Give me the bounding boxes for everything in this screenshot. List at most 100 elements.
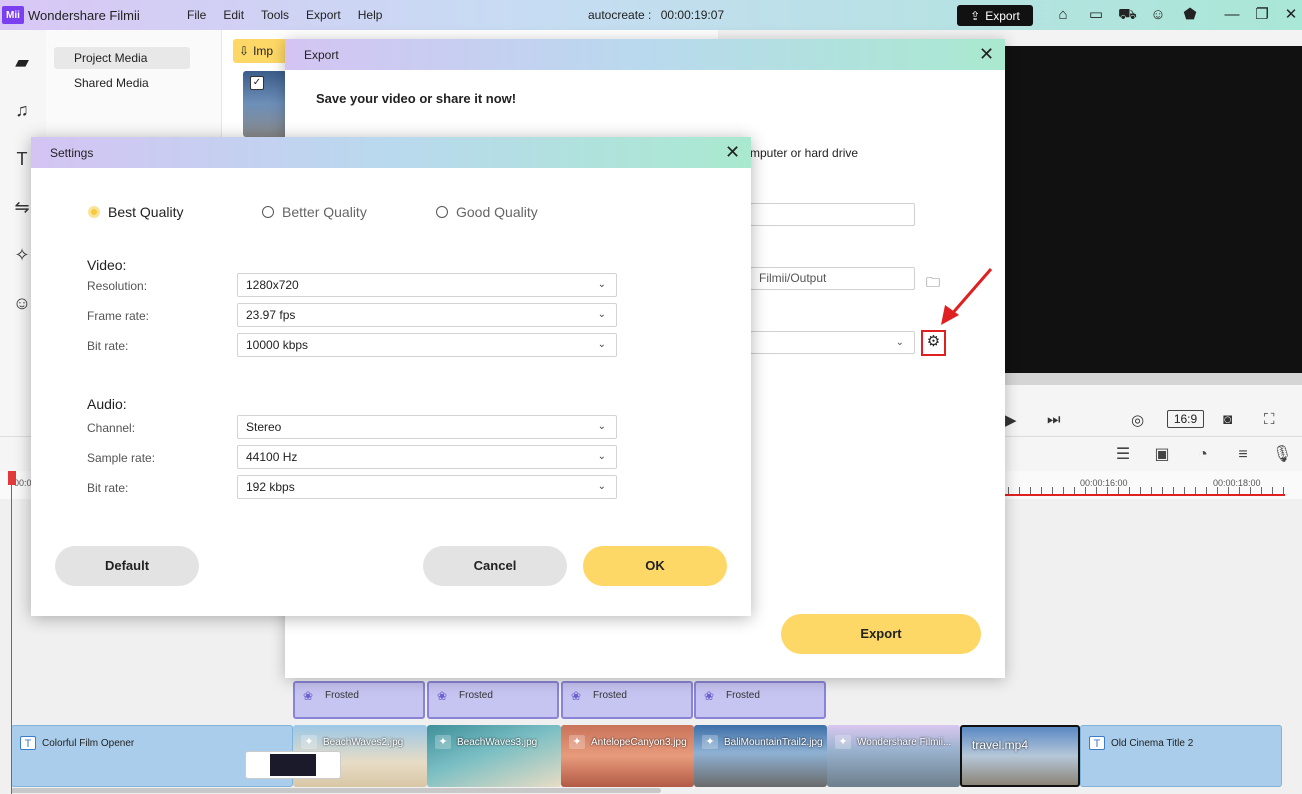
preview-progress-bar[interactable] (1005, 373, 1302, 385)
text-icon[interactable]: T (11, 148, 33, 170)
chevron-down-icon: ⌄ (597, 309, 606, 320)
effect-clip[interactable]: ❀ Frosted (561, 681, 693, 719)
default-button[interactable]: Default (55, 546, 199, 586)
video-section-title: Video: (87, 257, 127, 273)
timeline-clip[interactable]: T Old Cinema Title 2 (1080, 725, 1282, 787)
clip-label: AntelopeCanyon3.jpg (591, 737, 687, 748)
layout-icon[interactable]: ☰ (1113, 445, 1133, 465)
file-name-input[interactable] (750, 203, 915, 226)
import-label: Imp (253, 44, 274, 58)
timeline-clip[interactable]: ✦ BeachWaves3.jpg (427, 725, 561, 787)
effect-clip[interactable]: ❀ Frosted (694, 681, 826, 719)
speed-icon[interactable]: ◔ (1193, 445, 1213, 465)
effect-label: Frosted (325, 690, 359, 701)
menu-export[interactable]: Export (306, 8, 341, 22)
clip-label: BaliMountainTrail2.jpg (724, 737, 823, 748)
video-bit-rate-value: 10000 kbps (246, 338, 309, 352)
effect-clip[interactable]: ❀ Frosted (293, 681, 425, 719)
shirt-icon[interactable]: ⬟ (1181, 6, 1199, 24)
menu-tools[interactable]: Tools (261, 8, 289, 22)
sticker-icon[interactable]: ☺ (11, 292, 33, 314)
image-icon: ✦ (835, 735, 851, 749)
effect-clip[interactable]: ❀ Frosted (427, 681, 559, 719)
timeline-clip[interactable]: travel.mp4 (960, 725, 1080, 787)
sidebar-item-shared-media[interactable]: Shared Media (54, 72, 190, 94)
music-icon[interactable]: ♫ (11, 99, 33, 121)
menu-file[interactable]: File (187, 8, 206, 22)
restore-icon[interactable]: ❐ (1253, 6, 1271, 24)
channel-select[interactable]: Stereo ⌄ (237, 415, 617, 439)
microphone-icon[interactable]: 🎙 (1272, 445, 1292, 465)
close-icon[interactable]: ✕ (725, 143, 740, 161)
export-subtitle: Save your video or share it now! (316, 91, 517, 106)
timeline-clip[interactable]: ✦ BaliMountainTrail2.jpg (694, 725, 827, 787)
settings-gear-icon[interactable]: ⚙ (921, 330, 946, 356)
export-dialog-header: Export ✕ (285, 39, 1005, 70)
menu-bar: File Edit Tools Export Help (187, 0, 399, 30)
transition-icon[interactable]: ⇋ (11, 196, 33, 218)
export-top-button[interactable]: ⇪ Export (957, 5, 1033, 26)
project-label: autocreate : (588, 8, 652, 22)
timeline-scrollbar[interactable] (11, 788, 661, 793)
timeline-clip[interactable]: ✦ Wondershare Filmii... (827, 725, 960, 787)
effects-icon[interactable]: ✧ (11, 244, 33, 266)
effect-label: Frosted (593, 690, 627, 701)
image-icon: ✦ (435, 735, 451, 749)
effect-label: Frosted (459, 690, 493, 701)
zoom-slider[interactable] (245, 751, 341, 779)
audio-bit-rate-value: 192 kbps (246, 480, 295, 494)
sidebar-item-project-media[interactable]: Project Media (54, 47, 190, 69)
output-path-field[interactable]: Filmii/Output (750, 267, 915, 290)
radio-label: Better Quality (282, 204, 367, 220)
clip-label: Colorful Film Opener (42, 738, 135, 749)
export-dialog-title: Export (304, 48, 339, 62)
format-select[interactable]: ⌄ (750, 331, 915, 354)
settings-dialog-title: Settings (50, 146, 94, 160)
checkbox-icon[interactable]: ✓ (250, 76, 264, 90)
playhead[interactable] (11, 471, 12, 794)
frame-rate-select[interactable]: 23.97 fps ⌄ (237, 303, 617, 327)
fullscreen-icon[interactable]: ⛶ (1264, 411, 1275, 428)
render-icon[interactable]: ◎ (1131, 411, 1144, 429)
video-bit-rate-select[interactable]: 10000 kbps ⌄ (237, 333, 617, 357)
audio-bit-rate-label: Bit rate: (87, 481, 129, 495)
frame-rate-label: Frame rate: (87, 309, 150, 323)
save-icon[interactable]: ▭ (1087, 6, 1105, 24)
zoom-slider-thumb[interactable] (270, 754, 316, 776)
cart-icon[interactable]: ⛟ (1118, 6, 1137, 24)
resolution-select[interactable]: 1280x720 ⌄ (237, 273, 617, 297)
home-icon[interactable]: ⌂ (1054, 6, 1072, 24)
menu-edit[interactable]: Edit (223, 8, 244, 22)
menu-help[interactable]: Help (358, 8, 383, 22)
audio-bit-rate-select[interactable]: 192 kbps ⌄ (237, 475, 617, 499)
radio-better-quality[interactable]: Better Quality (262, 204, 367, 220)
minimize-icon[interactable]: — (1223, 6, 1241, 24)
adjust-icon[interactable]: ≡ (1233, 445, 1253, 465)
crop-icon[interactable]: ▣ (1152, 445, 1172, 465)
radio-icon (262, 206, 274, 218)
export-button[interactable]: Export (781, 614, 981, 654)
effect-label: Frosted (726, 690, 760, 701)
account-icon[interactable]: ☺ (1149, 6, 1167, 24)
folder-icon[interactable]: ▰ (11, 51, 33, 73)
snapshot-icon[interactable]: ◙ (1223, 411, 1232, 428)
aspect-ratio-button[interactable]: 16:9 (1167, 410, 1204, 428)
project-name: autocreate : 00:00:19:07 (588, 8, 724, 22)
timeline-clip[interactable]: ✦ AntelopeCanyon3.jpg (561, 725, 694, 787)
frame-rate-value: 23.97 fps (246, 308, 296, 322)
video-bit-rate-label: Bit rate: (87, 339, 129, 353)
radio-best-quality[interactable]: Best Quality (88, 204, 183, 220)
ok-button[interactable]: OK (583, 546, 727, 586)
radio-good-quality[interactable]: Good Quality (436, 204, 538, 220)
close-icon[interactable]: ✕ (979, 45, 994, 63)
close-app-icon[interactable]: ✕ (1282, 6, 1300, 24)
effect-icon: ❀ (303, 689, 314, 703)
next-frame-icon[interactable]: ⏭ (1047, 411, 1061, 428)
cancel-button[interactable]: Cancel (423, 546, 567, 586)
save-location-text: mputer or hard drive (750, 146, 859, 160)
sample-rate-select[interactable]: 44100 Hz ⌄ (237, 445, 617, 469)
chevron-down-icon: ⌄ (597, 421, 606, 432)
playhead-handle[interactable] (8, 471, 16, 485)
import-button[interactable]: ⇩ Imp (233, 39, 293, 63)
play-icon[interactable]: ▶ (1005, 411, 1017, 429)
